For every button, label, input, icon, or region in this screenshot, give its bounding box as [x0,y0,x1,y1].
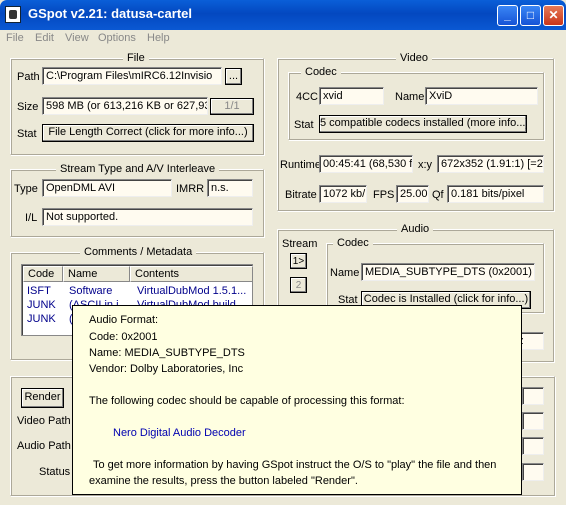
audio-codec-title: Codec [333,237,373,249]
runtime-label: Runtime [280,159,321,171]
fps-label: FPS [373,189,395,201]
tooltip-audio-format: Audio Format: [89,314,159,326]
tooltip-code: Code: 0x2001 [89,331,158,343]
il-label: I/L [25,212,38,224]
menu-file[interactable]: File [6,32,24,44]
page-button[interactable]: 1/1 [210,98,254,115]
video-group-title: Video [396,52,432,64]
col-name-header[interactable]: Name [63,266,130,282]
bitrate-field: 1072 kb/ [319,185,367,203]
tooltip-info-line1: To get more information by having GSpot … [93,459,497,471]
comments-group-title: Comments / Metadata [80,246,197,258]
imrr-field: n.s. [207,179,253,197]
video-stat-button[interactable]: 5 compatible codecs installed (more info… [319,115,527,133]
browse-button[interactable]: ... [225,68,242,85]
xy-label: x:y [418,159,433,171]
minimize-button[interactable]: _ [497,5,518,26]
audio-name-label: Name [330,267,360,279]
file-group-title: File [123,52,149,64]
bitrate-label: Bitrate [285,189,317,201]
video-name-field: XviD [425,87,538,105]
video-path-label: Video Path [17,415,71,427]
fourcc-label: 4CC [296,91,319,103]
render-field-4 [522,463,544,481]
window-title: GSpot v2.21: datusa-cartel [28,6,192,21]
stream-type-group-title: Stream Type and A/V Interleave [56,163,220,175]
row1-code[interactable]: ISFT [27,285,63,297]
menu-help[interactable]: Help [147,32,170,44]
row2-code[interactable]: JUNK [27,299,63,311]
col-contents-header[interactable]: Contents [130,266,253,282]
tooltip-vendor: Vendor: Dolby Laboratories, Inc [89,363,244,375]
type-field: OpenDML AVI [42,179,172,197]
stream-1-button[interactable]: 1> [290,253,307,269]
audio-path-label: Audio Path [17,440,71,452]
video-codec-title: Codec [301,66,341,78]
menu-view[interactable]: View [65,32,89,44]
col-code-header[interactable]: Code [23,266,63,282]
runtime-field: 00:45:41 (68,530 fr [319,155,413,173]
tooltip-codec-name: Nero Digital Audio Decoder [113,427,246,439]
video-name-label: Name [395,91,425,103]
tooltip-name: Name: MEDIA_SUBTYPE_DTS [89,347,245,359]
path-label: Path [17,71,40,83]
file-stat-button[interactable]: File Length Correct (click for more info… [42,124,254,142]
menu-edit[interactable]: Edit [35,32,54,44]
stream-2-button[interactable]: 2 [290,277,307,293]
title-bar[interactable]: GSpot v2.21: datusa-cartel _ □ ✕ [0,0,566,30]
render-field-2 [522,412,544,430]
render-button[interactable]: Render [21,388,64,408]
audio-group-title: Audio [397,223,434,235]
fourcc-field: xvid [319,87,384,105]
video-stat-label: Stat [294,119,314,131]
tooltip-capable-text: The following codec should be capable of… [89,395,405,407]
path-field[interactable]: C:\Program Files\mIRC6.12Invisio [42,67,222,85]
qf-label: Qf [432,189,444,201]
tooltip-info-line2: examine the results, press the button la… [89,475,358,487]
app-icon[interactable] [5,6,21,23]
qf-field: 0.181 bits/pixel [447,185,544,203]
fps-field: 25.00 [396,185,429,203]
type-label: Type [14,183,38,195]
maximize-button[interactable]: □ [520,5,541,26]
stream-label: Stream [282,238,318,250]
row1-contents[interactable]: VirtualDubMod 1.5.1... [137,285,251,297]
close-button[interactable]: ✕ [543,5,564,26]
stat-label: Stat [17,128,37,140]
row3-code[interactable]: JUNK [27,313,63,325]
size-label: Size [17,101,39,113]
size-field: 598 MB (or 613,216 KB or 627,93 [42,97,208,115]
codec-info-tooltip: Audio Format: Code: 0x2001 Name: MEDIA_S… [72,305,522,495]
il-field: Not supported. [42,208,253,226]
imrr-label: IMRR [176,183,205,195]
menu-bar: File Edit View Options Help [0,30,566,48]
xy-field: 672x352 (1.91:1) [=21 [437,155,544,173]
status-label: Status [39,466,71,478]
menu-options[interactable]: Options [98,32,136,44]
row1-name[interactable]: Software [69,285,129,297]
render-field-1 [522,387,544,405]
audio-name-field: MEDIA_SUBTYPE_DTS (0x2001) [361,263,535,281]
render-field-3 [522,437,544,455]
